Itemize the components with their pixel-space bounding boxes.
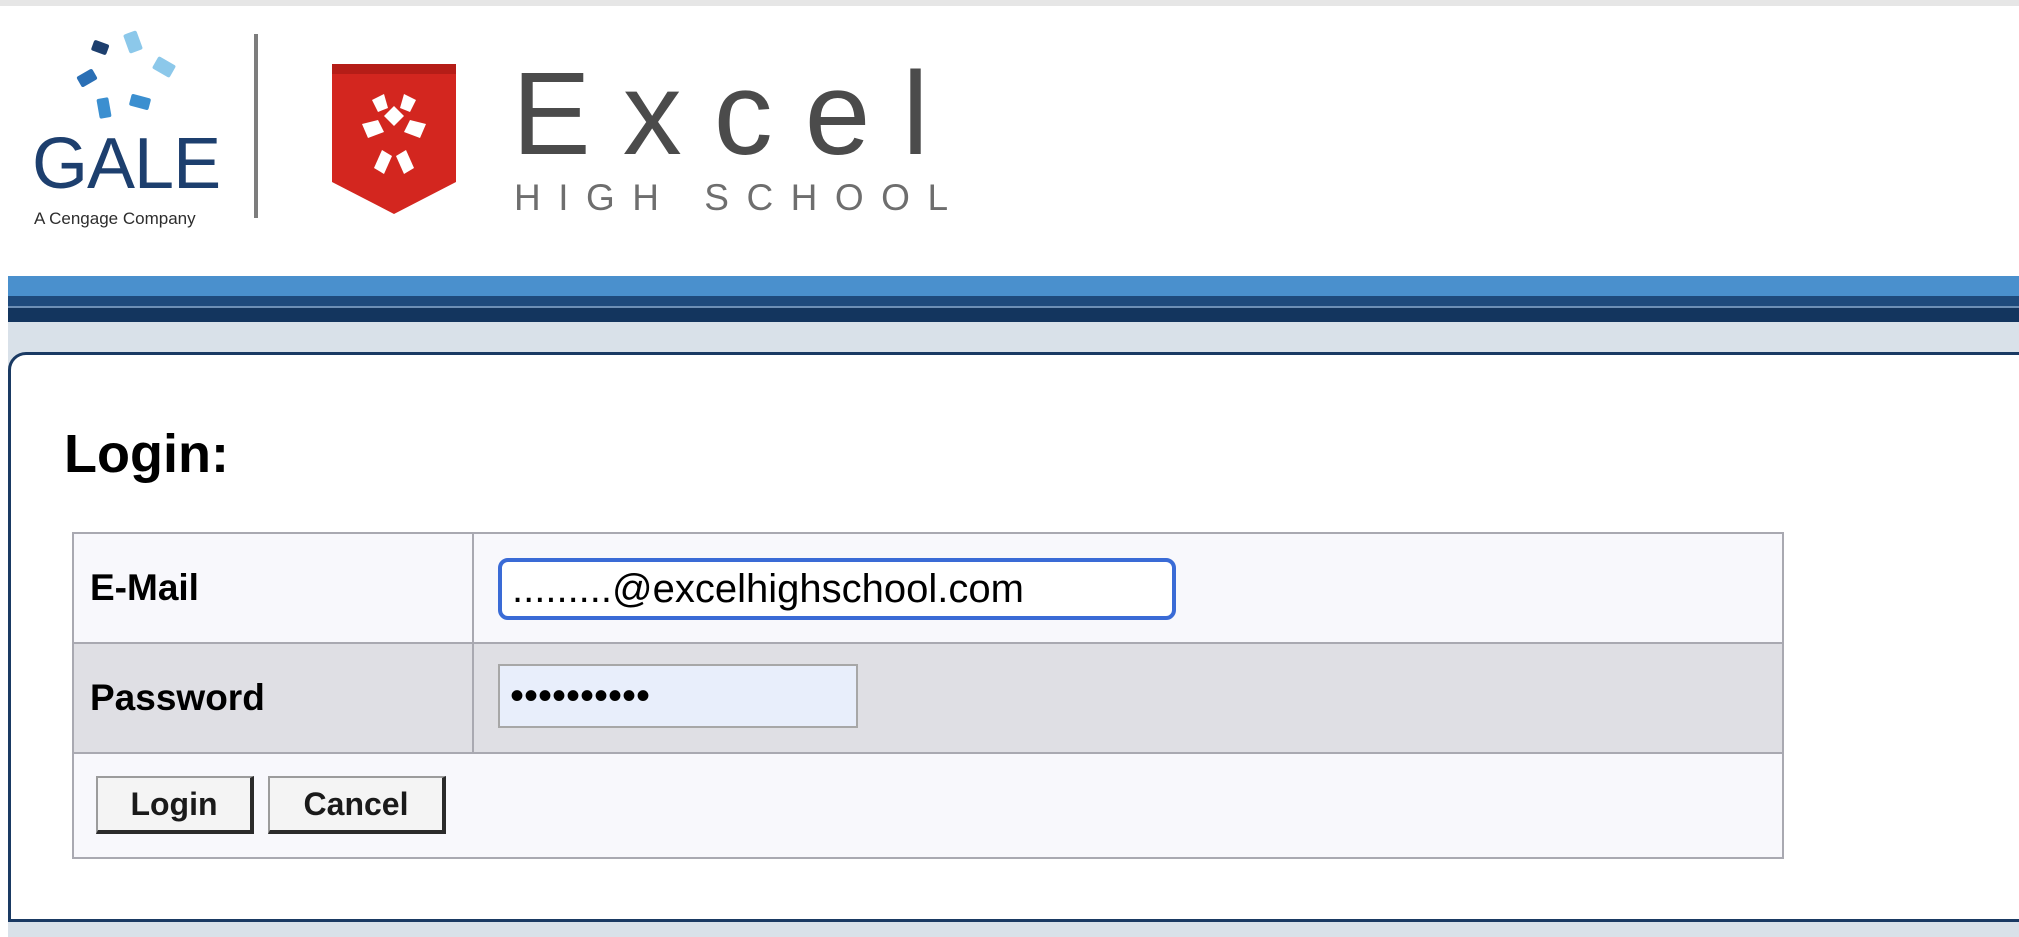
password-label-cell: Password bbox=[74, 644, 474, 752]
email-row: E-Mail bbox=[74, 534, 1782, 644]
gale-logo[interactable]: GALE A Cengage Company bbox=[32, 28, 221, 228]
page-title: Login: bbox=[64, 424, 229, 484]
excel-shield-icon bbox=[332, 64, 456, 214]
cancel-button[interactable]: Cancel bbox=[268, 776, 446, 834]
email-label-cell: E-Mail bbox=[74, 534, 474, 642]
nav-band-light bbox=[8, 276, 2019, 296]
password-field[interactable] bbox=[498, 664, 858, 728]
excel-subtitle: HIGH SCHOOL bbox=[514, 177, 966, 218]
password-label: Password bbox=[90, 677, 265, 718]
login-button[interactable]: Login bbox=[96, 776, 254, 834]
gale-pinwheel-icon bbox=[76, 30, 176, 119]
email-field[interactable] bbox=[498, 558, 1176, 620]
logo-divider bbox=[254, 34, 258, 218]
page: GALE A Cengage Company Excel HIGH SCHOOL… bbox=[0, 0, 2019, 937]
nav-band-dark bbox=[8, 308, 2019, 322]
nav-band-mid bbox=[8, 296, 2019, 306]
header: GALE A Cengage Company Excel HIGH SCHOOL bbox=[0, 6, 2019, 276]
email-label: E-Mail bbox=[90, 567, 199, 608]
password-row: Password bbox=[74, 644, 1782, 754]
actions-row: Login Cancel bbox=[74, 754, 1782, 857]
gale-tagline: A Cengage Company bbox=[34, 209, 196, 228]
login-form-table: E-Mail Password Login Cancel bbox=[72, 532, 1784, 859]
gale-wordmark: GALE bbox=[32, 124, 221, 204]
excel-wordmark: Excel bbox=[512, 48, 961, 180]
